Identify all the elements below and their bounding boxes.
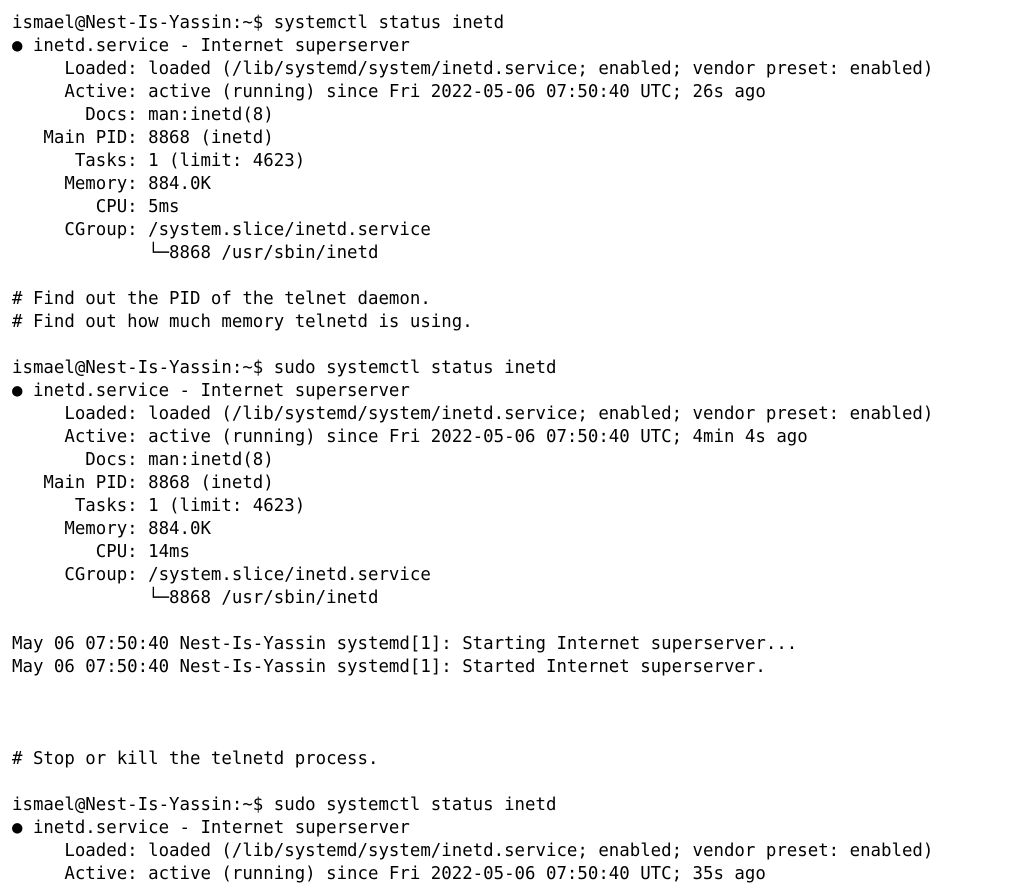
log-line: May 06 07:50:40 Nest-Is-Yassin systemd[1… <box>12 634 798 654</box>
prompt-line: ismael@Nest-Is-Yassin:~$ systemctl statu… <box>12 13 505 33</box>
memory-line: Memory: 884.0K <box>12 174 211 194</box>
comment-line: # Find out how much memory telnetd is us… <box>12 312 473 332</box>
docs-line: Docs: man:inetd(8) <box>12 105 274 125</box>
active-line: Active: active (running) since Fri 2022-… <box>12 427 808 447</box>
memory-line: Memory: 884.0K <box>12 519 211 539</box>
main-pid-line: Main PID: 8868 (inetd) <box>12 128 274 148</box>
comment-line: # Stop or kill the telnetd process. <box>12 749 379 769</box>
main-pid-line: Main PID: 8868 (inetd) <box>12 473 274 493</box>
service-header-line: ● inetd.service - Internet superserver <box>12 818 410 838</box>
loaded-line: Loaded: loaded (/lib/systemd/system/inet… <box>12 59 934 79</box>
cpu-line: CPU: 14ms <box>12 542 190 562</box>
comment-line: # Find out the PID of the telnet daemon. <box>12 289 431 309</box>
process-tree-line: └─8868 /usr/sbin/inetd <box>12 243 379 263</box>
prompt-line: ismael@Nest-Is-Yassin:~$ sudo systemctl … <box>12 795 557 815</box>
docs-line: Docs: man:inetd(8) <box>12 450 274 470</box>
process-tree-line: └─8868 /usr/sbin/inetd <box>12 588 379 608</box>
cgroup-line: CGroup: /system.slice/inetd.service <box>12 220 431 240</box>
active-line: Active: active (running) since Fri 2022-… <box>12 864 766 884</box>
service-header-line: ● inetd.service - Internet superserver <box>12 381 410 401</box>
tasks-line: Tasks: 1 (limit: 4623) <box>12 496 306 516</box>
tasks-line: Tasks: 1 (limit: 4623) <box>12 151 306 171</box>
prompt-line: ismael@Nest-Is-Yassin:~$ sudo systemctl … <box>12 358 557 378</box>
service-header-line: ● inetd.service - Internet superserver <box>12 36 410 56</box>
terminal-output[interactable]: ismael@Nest-Is-Yassin:~$ systemctl statu… <box>12 12 1012 886</box>
active-line: Active: active (running) since Fri 2022-… <box>12 82 766 102</box>
cgroup-line: CGroup: /system.slice/inetd.service <box>12 565 431 585</box>
loaded-line: Loaded: loaded (/lib/systemd/system/inet… <box>12 841 934 861</box>
log-line: May 06 07:50:40 Nest-Is-Yassin systemd[1… <box>12 657 766 677</box>
loaded-line: Loaded: loaded (/lib/systemd/system/inet… <box>12 404 934 424</box>
cpu-line: CPU: 5ms <box>12 197 180 217</box>
